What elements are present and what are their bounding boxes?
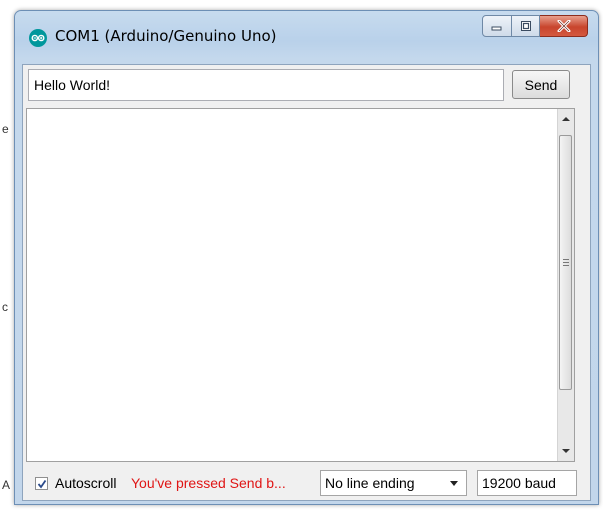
baud-rate-select[interactable]: 19200 baud bbox=[477, 470, 577, 496]
close-icon bbox=[557, 20, 570, 32]
maximize-button[interactable] bbox=[512, 15, 540, 37]
background-window: e c A bbox=[0, 0, 14, 513]
autoscroll-checkbox[interactable] bbox=[35, 477, 48, 490]
arduino-logo-icon bbox=[29, 29, 47, 47]
chevron-down-icon bbox=[562, 449, 570, 453]
serial-monitor-window: COM1 (Arduino/Genuino Uno) Send bbox=[14, 10, 599, 505]
scroll-up-arrow[interactable] bbox=[558, 111, 574, 127]
background-text: c bbox=[2, 300, 8, 314]
chevron-down-icon bbox=[450, 481, 458, 486]
close-button[interactable] bbox=[540, 15, 588, 37]
send-button[interactable]: Send bbox=[512, 70, 570, 99]
serial-input[interactable] bbox=[28, 69, 504, 101]
line-ending-select[interactable]: No line ending bbox=[320, 470, 467, 496]
line-ending-value: No line ending bbox=[325, 475, 415, 491]
checkmark-icon bbox=[37, 479, 46, 488]
background-text: e bbox=[2, 122, 9, 136]
baud-rate-value: 19200 baud bbox=[482, 475, 556, 491]
window-title: COM1 (Arduino/Genuino Uno) bbox=[55, 27, 277, 45]
scroll-thumb[interactable] bbox=[559, 135, 572, 390]
serial-output-area[interactable] bbox=[26, 108, 575, 462]
minimize-icon bbox=[491, 26, 502, 31]
grip-icon bbox=[562, 259, 569, 266]
vertical-scrollbar[interactable] bbox=[557, 109, 574, 461]
status-bar: Autoscroll You've pressed Send b... No l… bbox=[23, 467, 590, 501]
scroll-down-arrow[interactable] bbox=[558, 443, 574, 459]
maximize-icon bbox=[520, 21, 531, 31]
caption-buttons bbox=[482, 15, 588, 37]
title-bar[interactable]: COM1 (Arduino/Genuino Uno) bbox=[15, 11, 598, 61]
background-text: A bbox=[2, 478, 11, 492]
chevron-up-icon bbox=[562, 117, 570, 121]
client-area: Send Autoscroll You've pressed Send b... bbox=[22, 64, 591, 501]
autoscroll-label[interactable]: Autoscroll bbox=[55, 475, 116, 491]
status-message: You've pressed Send b... bbox=[131, 475, 286, 491]
minimize-button[interactable] bbox=[482, 15, 512, 37]
